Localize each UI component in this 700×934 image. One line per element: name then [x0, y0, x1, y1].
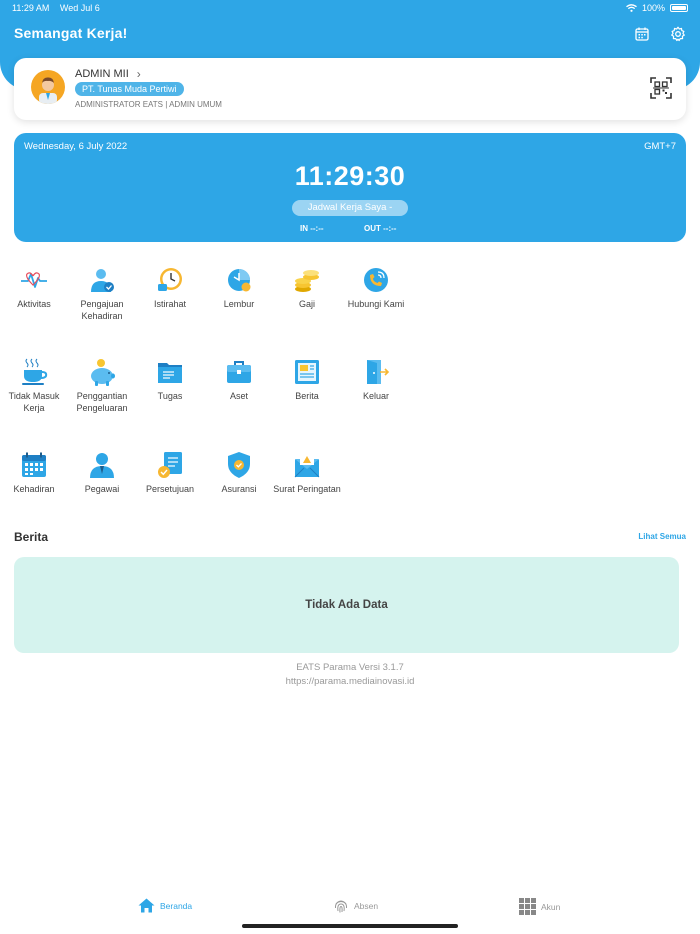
coffee-cup-icon [22, 358, 48, 385]
menu-item-surat-peringatan[interactable]: Surat Peringatan [273, 450, 341, 495]
clock-in-status: IN --:-- [300, 224, 324, 233]
battery-icon [670, 4, 688, 12]
calendar-grid-icon [22, 452, 46, 477]
menu-item-keluar[interactable]: Keluar [342, 357, 410, 402]
tab-beranda[interactable]: Beranda [138, 898, 192, 913]
status-time: 11:29 AM [12, 3, 50, 13]
menu-item-pegawai[interactable]: Pegawai [68, 450, 136, 495]
news-section-title: Berita [14, 530, 49, 544]
battery-percent: 100% [641, 3, 665, 13]
menu-label: Surat Peringatan [273, 484, 341, 494]
overtime-icon [228, 269, 251, 292]
wifi-icon [626, 4, 637, 12]
grid-menu-icon [519, 898, 536, 915]
menu-label: Pengajuan Kehadiran [80, 299, 124, 321]
tab-absen[interactable]: Absen [333, 898, 378, 914]
menu-item-asuransi[interactable]: Asuransi [205, 450, 273, 495]
menu-label: Asuransi [221, 484, 257, 494]
task-folder-icon [158, 363, 182, 383]
news-icon [295, 360, 319, 384]
menu-label: Aset [229, 391, 248, 401]
menu-label: Istirahat [153, 299, 186, 309]
menu-label: Gaji [298, 299, 315, 309]
settings-icon[interactable] [670, 26, 686, 42]
piggy-bank-icon [91, 359, 115, 386]
menu-item-tugas[interactable]: Tugas [136, 357, 204, 402]
menu-item-persetujuan[interactable]: Persetujuan [136, 450, 204, 495]
menu-label: Pegawai [84, 484, 120, 494]
profile-name: ADMIN MII [75, 68, 129, 80]
fingerprint-icon [334, 900, 348, 913]
menu-item-tidak-masuk-kerja[interactable]: Tidak Masuk Kerja [0, 357, 68, 414]
salary-coins-icon [295, 270, 319, 292]
clock-date: Wednesday, 6 July 2022 [24, 141, 128, 152]
exit-door-icon [367, 360, 390, 384]
menu-label: Kehadiran [13, 484, 55, 494]
news-empty-text: Tidak Ada Data [305, 599, 388, 611]
app-version-footer: EATS Parama Versi 3.1.7 https://parama.m… [0, 661, 700, 689]
website-url: https://parama.mediainovasi.id [285, 676, 415, 687]
menu-item-lembur[interactable]: Lembur [205, 265, 273, 310]
menu-label: Berita [295, 391, 319, 401]
work-schedule-button[interactable]: Jadwal Kerja Saya - [292, 200, 408, 216]
tab-akun[interactable]: Akun [519, 898, 560, 915]
greeting-title: Semangat Kerja! [14, 25, 128, 41]
menu-label: Hubungi Kami [347, 299, 405, 309]
warning-letter-icon [294, 454, 320, 478]
clock-out-status: OUT --:-- [364, 224, 397, 233]
menu-label: Keluar [362, 391, 389, 401]
menu-item-penggantian-pengeluaran[interactable]: Penggantian Pengeluaran [68, 357, 136, 414]
company-badge: PT. Tunas Muda Pertiwi [75, 82, 184, 96]
menu-label: Tugas [157, 391, 183, 401]
profile-name-row[interactable]: ADMIN MII › [75, 67, 141, 81]
clock-timezone: GMT+7 [644, 141, 676, 152]
calendar-icon[interactable] [634, 26, 650, 42]
see-all-news-link[interactable]: Lihat Semua [638, 532, 686, 541]
tab-label: Absen [354, 901, 379, 911]
qr-scan-icon[interactable] [650, 77, 672, 99]
avatar [31, 70, 65, 104]
menu-label: Tidak Masuk Kerja [8, 391, 60, 413]
menu-item-kehadiran[interactable]: Kehadiran [0, 450, 68, 495]
tab-label: Akun [541, 901, 561, 912]
tab-label: Beranda [160, 900, 193, 911]
clock-card: Wednesday, 6 July 2022 GMT+7 11:29:30 Ja… [14, 133, 686, 242]
menu-label: Aktivitas [17, 299, 51, 309]
activity-icon [21, 272, 47, 288]
home-icon [138, 898, 155, 913]
version-text: EATS Parama Versi 3.1.7 [296, 662, 404, 673]
menu-item-gaji[interactable]: Gaji [273, 265, 341, 310]
menu-item-pengajuan-kehadiran[interactable]: Pengajuan Kehadiran [68, 265, 136, 322]
approval-document-icon [158, 452, 182, 478]
news-empty-box: Tidak Ada Data [14, 557, 679, 653]
menu-item-hubungi-kami[interactable]: Hubungi Kami [342, 265, 410, 310]
home-indicator [242, 924, 458, 928]
break-clock-icon [158, 268, 182, 291]
phone-contact-icon [364, 268, 388, 292]
briefcase-icon [227, 361, 251, 383]
menu-label: Lembur [223, 299, 255, 309]
menu-label: Penggantian Pengeluaran [76, 391, 128, 413]
attendance-request-icon [91, 269, 114, 292]
menu-label: Persetujuan [145, 484, 195, 494]
insurance-shield-icon [228, 452, 250, 478]
profile-role: ADMINISTRATOR EATS | ADMIN UMUM [75, 100, 222, 109]
menu-item-berita[interactable]: Berita [273, 357, 341, 402]
clock-time: 11:29:30 [294, 161, 406, 191]
menu-item-aktivitas[interactable]: Aktivitas [0, 265, 68, 310]
status-date: Wed Jul 6 [59, 3, 100, 13]
profile-card[interactable]: ADMIN MII › PT. Tunas Muda Pertiwi ADMIN… [14, 58, 686, 120]
menu-item-aset[interactable]: Aset [205, 357, 273, 402]
status-bar: 11:29 AM Wed Jul 6 100% [12, 3, 688, 17]
menu-item-istirahat[interactable]: Istirahat [136, 265, 204, 310]
employee-icon [90, 453, 114, 478]
chevron-right-icon: › [136, 67, 141, 81]
